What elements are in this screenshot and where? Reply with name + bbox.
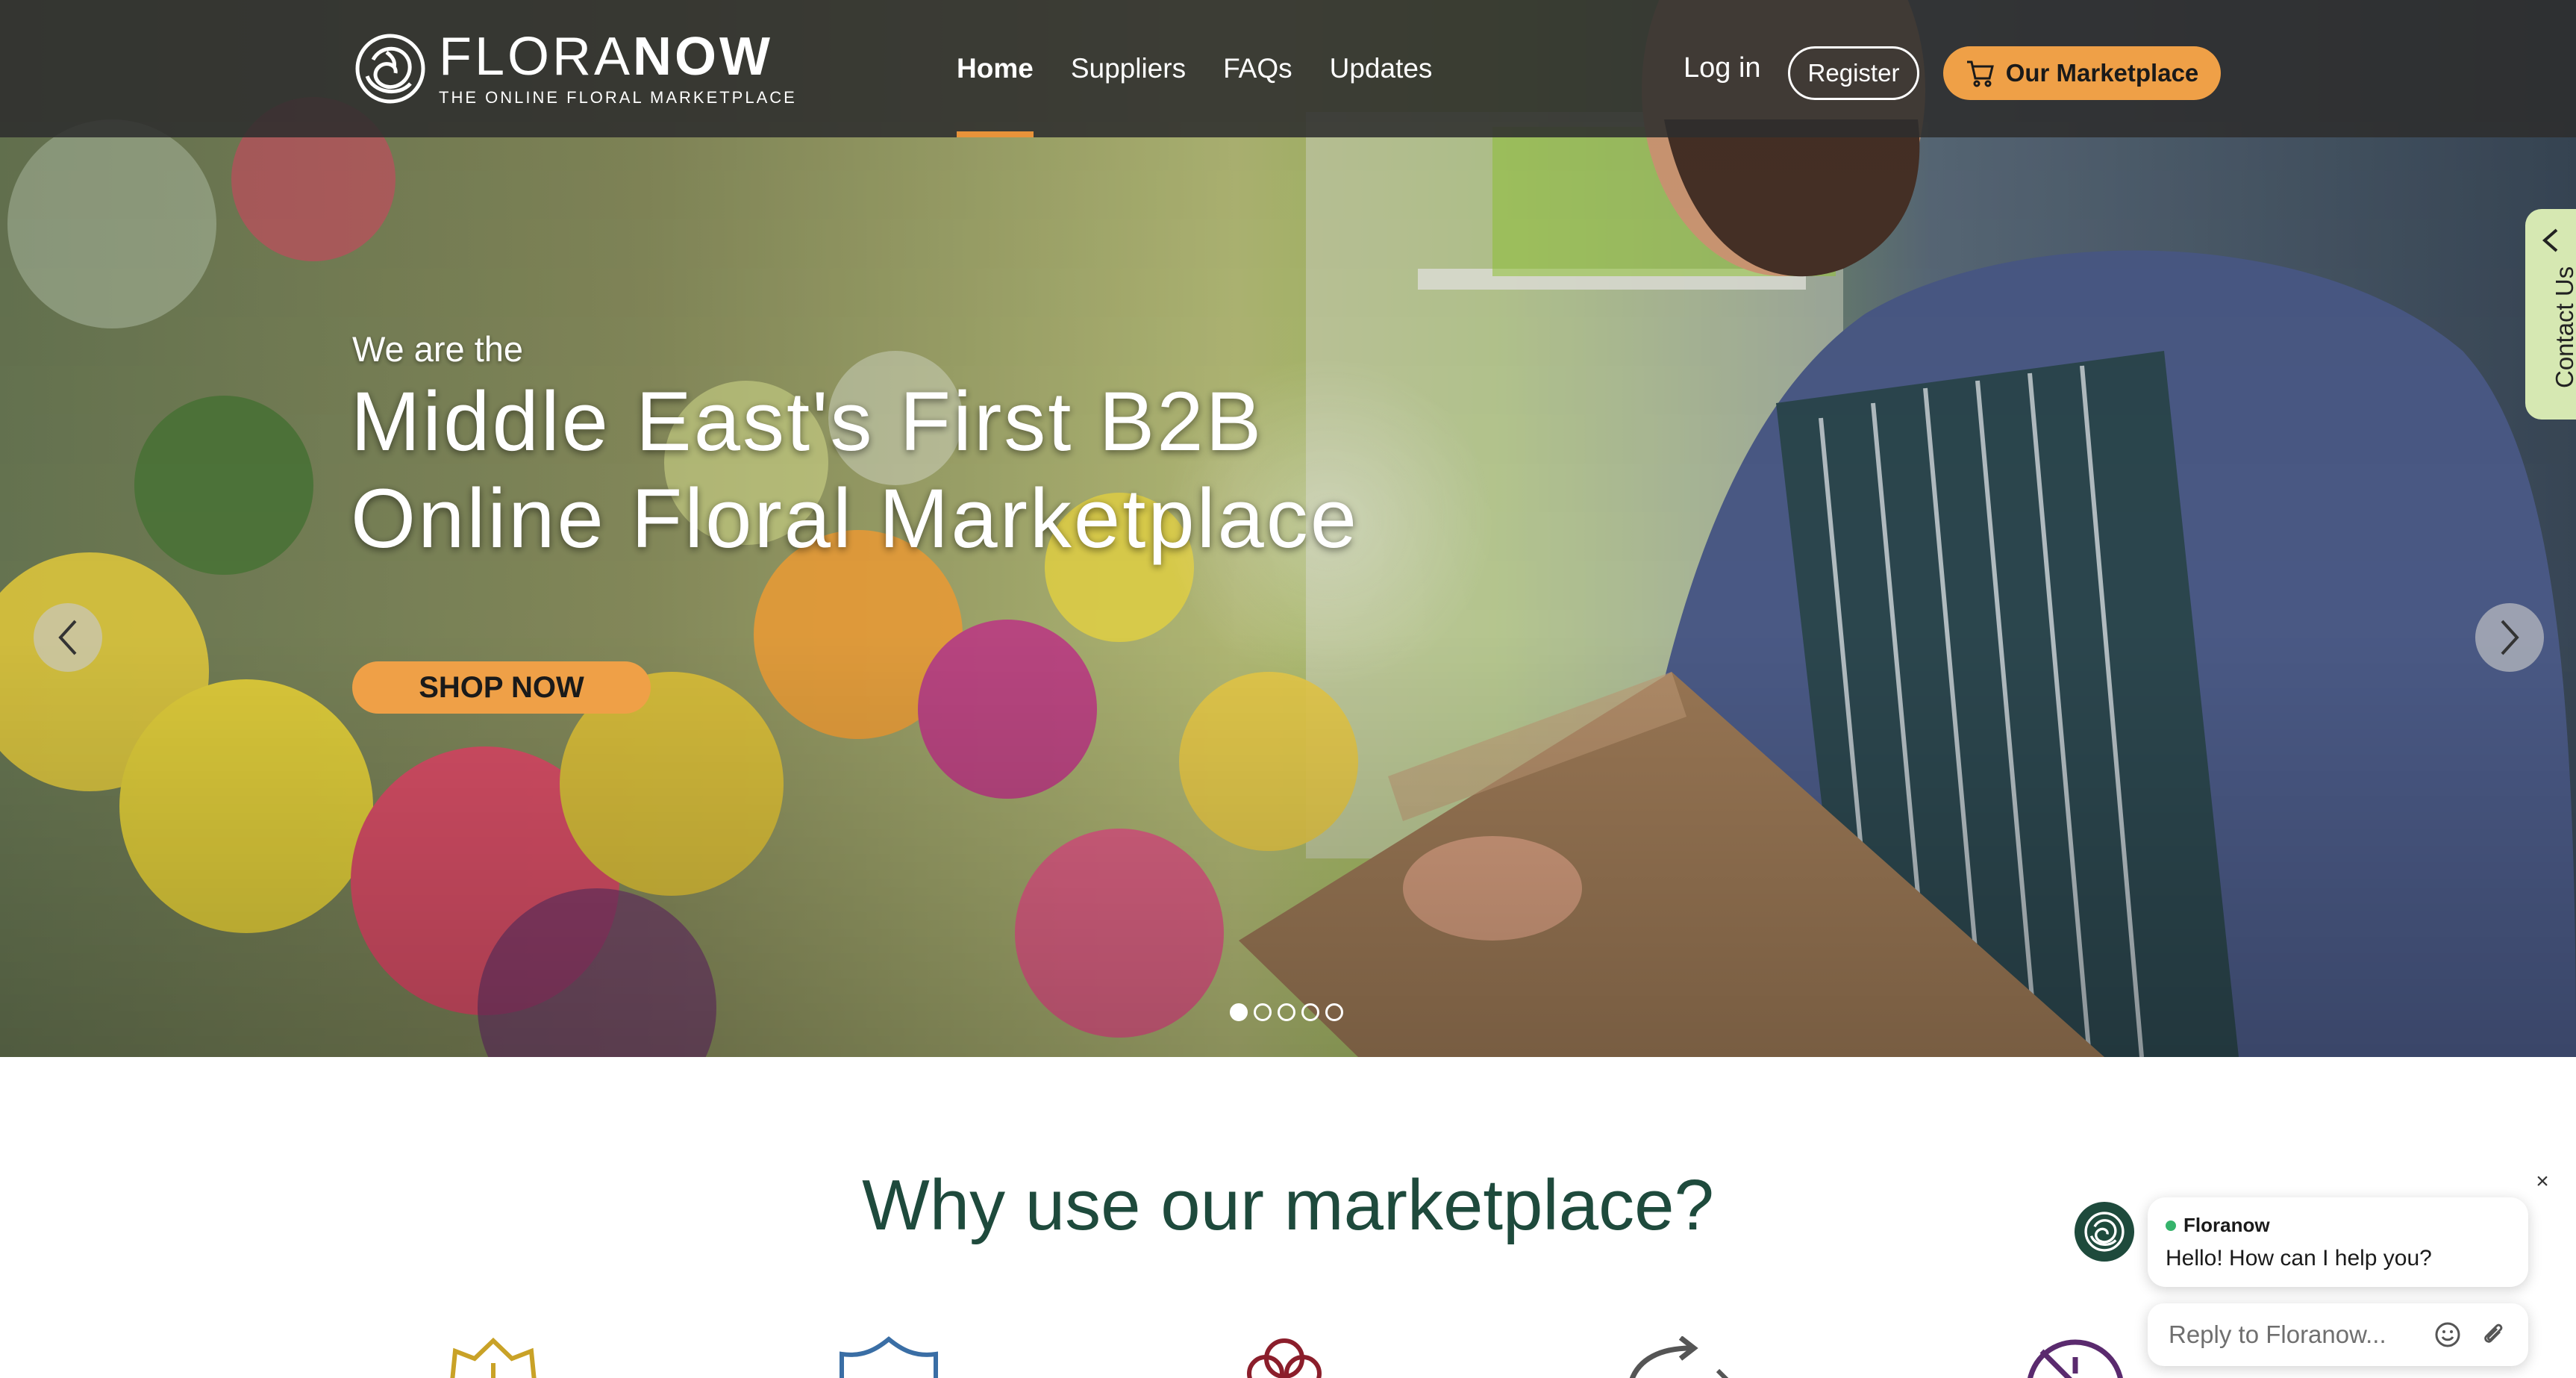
quality-badge-icon [450,1337,537,1378]
carousel-dot-3[interactable] [1278,1003,1295,1021]
attachment-icon[interactable] [2479,1320,2509,1350]
chat-agent-name: Floranow [2183,1214,2270,1236]
nav-faqs[interactable]: FAQs [1223,0,1292,137]
logo-wordmark: FLORA NOW [439,30,797,84]
nav-updates[interactable]: Updates [1330,0,1433,137]
online-status-icon [2166,1220,2176,1231]
logo-tagline: THE ONLINE FLORAL MARKETPLACE [439,88,797,107]
flower-icon [1247,1338,1322,1378]
carousel-dot-1[interactable] [1230,1003,1248,1021]
contact-us-tab[interactable]: Contact Us [2525,209,2576,420]
chat-close-button[interactable]: × [2530,1169,2555,1194]
logo-word-now: NOW [633,27,774,87]
chevron-left-icon [2542,228,2558,252]
share-arrow-icon [1629,1336,1729,1378]
nav-suppliers[interactable]: Suppliers [1071,0,1186,137]
hero-carousel: We are the Middle East's First B2B Onlin… [0,0,2576,1057]
emoji-icon[interactable] [2433,1320,2463,1350]
chevron-left-icon [58,620,77,655]
logo-text: FLORA NOW THE ONLINE FLORAL MARKETPLACE [439,30,797,107]
shop-now-button[interactable]: SHOP NOW [352,661,651,714]
chat-avatar [2075,1202,2134,1262]
chat-agent: Floranow [2166,1214,2510,1237]
chat-reply-input[interactable] [2169,1318,2422,1351]
login-link[interactable]: Log in [1684,52,1761,84]
carousel-dot-4[interactable] [1301,1003,1319,1021]
register-button[interactable]: Register [1788,46,1919,100]
chat-message-bubble: Floranow Hello! How can I help you? [2148,1197,2528,1287]
shield-icon [840,1336,938,1378]
cart-icon [1966,60,1994,87]
carousel-next-button[interactable] [2475,603,2544,672]
site-header: FLORA NOW THE ONLINE FLORAL MARKETPLACE H… [0,0,2576,137]
our-marketplace-label: Our Marketplace [2005,59,2199,87]
carousel-dot-5[interactable] [1325,1003,1343,1021]
carousel-prev-button[interactable] [34,603,102,672]
carousel-dot-2[interactable] [1254,1003,1272,1021]
chat-reply-box [2148,1303,2528,1366]
rose-logo-icon [355,34,425,104]
hero-title: Middle East's First B2B Online Floral Ma… [351,373,1395,567]
hero-title-line2: Online Floral Marketplace [351,472,1360,565]
nav-home[interactable]: Home [957,0,1034,137]
hero-title-line1: Middle East's First B2B [351,375,1264,468]
floranow-logo[interactable]: FLORA NOW THE ONLINE FLORAL MARKETPLACE [351,30,797,107]
chevron-right-icon [2501,620,2519,655]
no-fee-icon [2028,1339,2123,1378]
carousel-indicators [1230,1003,1349,1021]
main-nav: Home Suppliers FAQs Updates [957,0,1469,137]
hero-pretitle: We are the [352,329,524,369]
our-marketplace-button[interactable]: Our Marketplace [1943,46,2221,100]
logo-word-flora: FLORA [439,27,634,87]
chat-message-text: Hello! How can I help you? [2166,1246,2432,1271]
rose-logo-icon [2084,1212,2125,1252]
contact-us-label: Contact Us [2551,266,2576,388]
